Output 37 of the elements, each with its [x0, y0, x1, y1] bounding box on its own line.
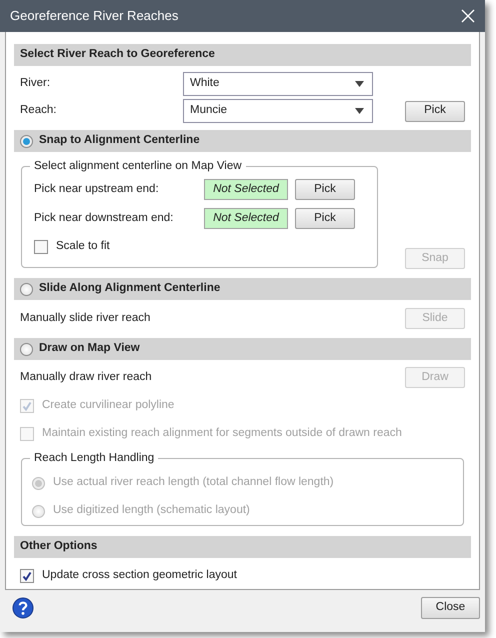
- radio-button[interactable]: [20, 134, 33, 148]
- checkbox-label: Create curvilinear polyline: [42, 398, 174, 414]
- section-title: Slide Along Alignment Centerline: [39, 281, 220, 296]
- section-header: Other Options: [14, 536, 471, 558]
- checkbox-label: Update cross section geometric layout: [42, 568, 237, 584]
- help-icon[interactable]: [12, 597, 34, 619]
- checkbox[interactable]: [20, 569, 34, 583]
- close-icon[interactable]: [461, 9, 475, 23]
- radio-label: Use digitized length (schematic layout): [53, 503, 250, 518]
- field-label: River:: [20, 76, 52, 92]
- group-legend: Reach Length Handling: [30, 451, 158, 466]
- section-title: Draw on Map View: [39, 341, 140, 356]
- caret-icon: [355, 108, 364, 114]
- checkbox[interactable]: [34, 240, 48, 254]
- field-label: Reach:: [20, 103, 58, 118]
- status-field: Not Selected: [204, 208, 288, 229]
- dropdown[interactable]: White: [183, 72, 373, 96]
- close-button[interactable]: Close: [421, 597, 480, 619]
- status-field: Not Selected: [204, 179, 288, 200]
- pick-button[interactable]: Pick: [295, 179, 355, 200]
- section-title: Snap to Alignment Centerline: [39, 133, 200, 148]
- description-text: Manually slide river reach: [20, 310, 150, 326]
- checkbox-label: Scale to fit: [56, 239, 110, 254]
- pick-button[interactable]: Pick: [295, 208, 355, 229]
- radio-label: Use actual river reach length (total channel flow length): [53, 475, 334, 490]
- group-legend: Select alignment centerline on Map View: [30, 159, 246, 174]
- field-label: Pick near downstream end:: [34, 210, 174, 226]
- window-title: Georeference River Reaches: [10, 7, 178, 26]
- radio-button[interactable]: [20, 282, 33, 296]
- caret-icon: [355, 81, 364, 87]
- section-header: Select River Reach to Georeference: [14, 44, 471, 66]
- checkbox-label: Maintain existing reach alignment for segments outside of drawn reach: [42, 426, 402, 442]
- description-text: Manually draw river reach: [20, 370, 152, 385]
- action-button[interactable]: Pick: [405, 100, 465, 122]
- dropdown[interactable]: Muncie: [183, 99, 373, 123]
- radio-button[interactable]: [20, 342, 33, 356]
- field-label: Pick near upstream end:: [34, 182, 160, 197]
